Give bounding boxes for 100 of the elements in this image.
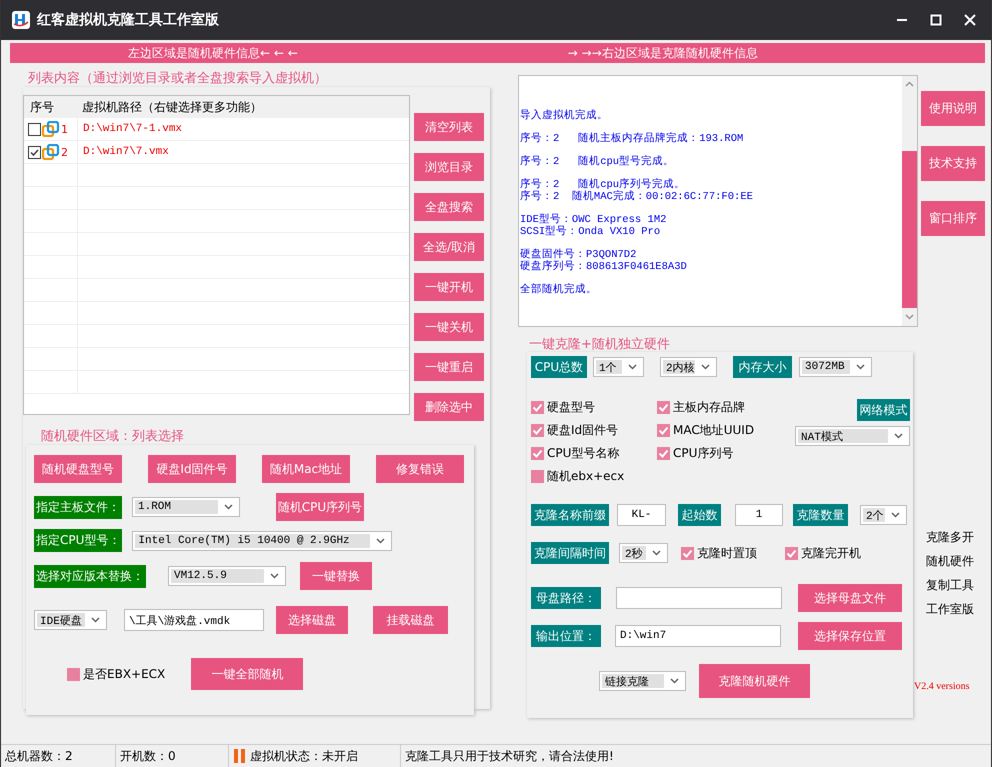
list-button[interactable]: 删除选中 [414, 393, 484, 421]
row-number: 2 [61, 146, 68, 158]
cpu-cores-dropdown[interactable]: 2内核 [660, 357, 717, 377]
parent-disk-field[interactable] [616, 587, 782, 609]
chevron-down-icon [628, 364, 637, 370]
field-label: 网络模式 [857, 399, 910, 421]
log-line: 导入虚拟机完成。 [520, 110, 609, 122]
checkbox-label: 主板内存品牌 [673, 398, 745, 416]
log-line: 序号：2 随机MAC完成：00:02:6C:77:F0:EE [520, 191, 754, 203]
replace-button[interactable]: 一键替换 [300, 562, 372, 590]
pause-icon [233, 748, 246, 764]
column-header[interactable]: 虚拟机路径（右键选择更多功能） [77, 98, 262, 116]
checkbox[interactable] [28, 122, 41, 136]
column-header[interactable]: 序号 [24, 98, 77, 116]
checkbox[interactable] [785, 546, 798, 560]
board-file-dropdown[interactable]: 1.ROM [132, 497, 240, 517]
status-text: 克隆工具只用于技术研究，请合法使用! [404, 748, 614, 764]
chevron-down-icon [376, 538, 386, 544]
log-line: 硬盘序列号：808613F0461E8A3D [520, 261, 688, 273]
disk-type-dropdown[interactable]: IDE硬盘 [34, 610, 107, 630]
maximize-icon[interactable] [930, 14, 942, 26]
log-line: IDE型号：OWC Express 1M2 [520, 214, 668, 226]
checkbox[interactable] [531, 470, 544, 482]
checkbox-label: 克隆完开机 [801, 544, 861, 562]
side-note: 复制工具 [926, 577, 974, 594]
select-disk-button[interactable]: 选择磁盘 [276, 606, 348, 634]
side-button[interactable]: 技术支持 [921, 146, 985, 181]
chevron-up-icon[interactable] [905, 81, 914, 87]
scrollbar[interactable] [902, 76, 917, 326]
checkbox[interactable] [681, 546, 694, 560]
chevron-down-icon [856, 364, 865, 370]
checkbox[interactable] [657, 424, 670, 436]
side-note: 随机硬件 [926, 553, 974, 570]
log-line: 序号：2 随机cpu型号完成。 [520, 156, 676, 168]
side-button[interactable]: 使用说明 [921, 91, 985, 126]
checkbox-label: 随机ebx+ecx [547, 468, 624, 484]
checkbox[interactable] [28, 146, 41, 158]
checkbox[interactable] [657, 400, 670, 414]
cpu-count-dropdown[interactable]: 1个 [593, 357, 644, 377]
version-dropdown[interactable]: VM12.5.9 [168, 566, 286, 586]
checkbox[interactable] [531, 400, 544, 414]
checkbox[interactable] [531, 424, 544, 436]
select-parent-disk-button[interactable]: 选择母盘文件 [798, 584, 902, 612]
close-icon[interactable] [964, 14, 976, 26]
vm-path: D:\win7\7.vmx [77, 141, 409, 163]
field-label: 母盘路径： [531, 587, 601, 609]
scrollbar-thumb[interactable] [902, 151, 917, 308]
checkbox-label: CPU序列号 [673, 444, 734, 462]
random-all-button[interactable]: 一键全部随机 [191, 658, 304, 690]
app-icon [12, 11, 30, 29]
checkbox[interactable] [531, 446, 544, 460]
list-button[interactable]: 一键关机 [414, 313, 484, 341]
log-line: 硬盘固件号：P3QON7D2 [520, 249, 638, 261]
checkbox[interactable] [657, 446, 670, 460]
status-text: 开机数：0 [116, 745, 229, 767]
list-button[interactable]: 全选/取消 [414, 233, 484, 261]
chevron-down-icon [224, 504, 233, 510]
vm-icon [42, 144, 60, 160]
clone-mode-dropdown[interactable]: 链接克隆 [599, 671, 686, 691]
hardware-button[interactable]: 随机硬盘型号 [34, 455, 122, 483]
list-button[interactable]: 清空列表 [414, 113, 484, 141]
field-label: 选择对应版本替换： [34, 564, 146, 588]
banner-text: 左边区域是随机硬件信息← ← ← [128, 44, 298, 62]
disk-path-field[interactable]: \工具\游戏盘.vmdk [124, 609, 264, 631]
window-title: 红客虚拟机克隆工具工作室版 [37, 11, 219, 29]
chevron-down-icon [652, 550, 661, 556]
mount-disk-button[interactable]: 挂载磁盘 [373, 606, 448, 634]
chevron-down-icon [701, 364, 710, 370]
prefix-field[interactable]: KL- [617, 504, 666, 526]
memory-dropdown[interactable]: 3072MB [799, 357, 872, 377]
list-button[interactable]: 一键重启 [414, 353, 484, 381]
interval-dropdown[interactable]: 2秒 [619, 543, 668, 563]
cpu-model-dropdown[interactable]: Intel Core(TM) i5 10400 @ 2.9GHz [132, 530, 392, 550]
chevron-down-icon [91, 617, 100, 623]
checkbox-label: MAC地址UUID [673, 422, 754, 438]
status-text: 总机器数：2 [1, 745, 116, 767]
side-button[interactable]: 窗口排序 [921, 201, 985, 236]
network-mode-dropdown[interactable]: NAT模式 [795, 426, 910, 446]
hardware-button[interactable]: 修复错误 [376, 455, 464, 483]
select-save-location-button[interactable]: 选择保存位置 [798, 622, 902, 650]
field-label: 克隆名称前缀 [531, 504, 609, 526]
clone-button[interactable]: 克隆随机硬件 [699, 664, 810, 698]
start-number-field[interactable]: 1 [735, 504, 783, 526]
list-button[interactable]: 全盘搜索 [414, 193, 484, 221]
hardware-button[interactable]: 随机Mac地址 [262, 455, 350, 483]
field-label: 输出位置： [531, 625, 601, 647]
chevron-down-icon[interactable] [905, 314, 914, 320]
cpu-serial-button[interactable]: 随机CPU序列号 [276, 493, 364, 521]
field-label: 克隆数量 [793, 504, 848, 526]
hardware-button[interactable]: 硬盘Id固件号 [148, 455, 236, 483]
list-button[interactable]: 一键开机 [414, 273, 484, 301]
clone-count-dropdown[interactable]: 2个 [860, 505, 907, 525]
output-path-field[interactable]: D:\win7 [615, 625, 781, 647]
row-number: 1 [61, 122, 68, 136]
banner-text: → →→右边区域是克隆随机硬件信息 [568, 44, 758, 62]
checkbox[interactable] [67, 668, 80, 680]
list-button[interactable]: 浏览目录 [414, 153, 484, 181]
field-label: 起始数 [678, 504, 721, 526]
group-label: 随机硬件区域：列表选择 [40, 429, 185, 445]
checkbox-label: 克隆时置顶 [697, 544, 757, 562]
